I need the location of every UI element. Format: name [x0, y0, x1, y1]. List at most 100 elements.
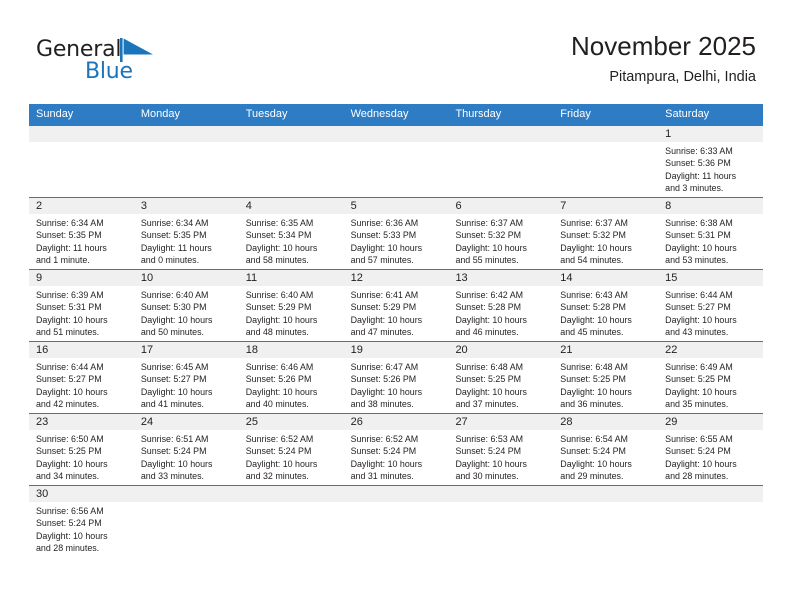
daylight-text-cont: and 31 minutes. [350, 470, 414, 481]
calendar-day-cell[interactable]: 6 Sunrise: 6:37 AM Sunset: 5:32 PM Daylight… [448, 198, 554, 269]
day-details [134, 142, 239, 145]
day-number: 9 [29, 270, 134, 286]
calendar-day-cell[interactable]: 8 Sunrise: 6:38 AM Sunset: 5:31 PM Daylight… [658, 198, 764, 269]
calendar-day-cell[interactable]: 2 Sunrise: 6:34 AM Sunset: 5:35 PM Daylight… [29, 198, 134, 269]
logo-text-blue: Blue [85, 59, 133, 84]
calendar-day-cell[interactable]: 16 Sunrise: 6:44 AM Sunset: 5:27 PM Dayligh… [29, 342, 134, 413]
calendar-day-cell[interactable]: 19 Sunrise: 6:47 AM Sunset: 5:26 PM Dayligh… [343, 342, 449, 413]
calendar-day-cell[interactable]: 10 Sunrise: 6:40 AM Sunset: 5:30 PM Dayligh… [133, 270, 239, 341]
sunrise-text: Sunrise: 6:33 AM [665, 146, 733, 156]
day-number: 22 [658, 342, 764, 358]
sunrise-text: Sunrise: 6:41 AM [350, 290, 419, 300]
calendar-day-cell[interactable]: 1 Sunrise: 6:33 AM Sunset: 5:36 PM Daylight… [658, 126, 764, 197]
calendar-day-cell[interactable]: 7 Sunrise: 6:37 AM Sunset: 5:32 PM Daylight… [553, 198, 659, 269]
daylight-text: Daylight: 10 hours [36, 314, 108, 325]
sunset-text: Sunset: 5:36 PM [665, 158, 731, 169]
calendar-day-cell-empty [238, 486, 344, 557]
calendar-day-cell[interactable]: 4 Sunrise: 6:35 AM Sunset: 5:34 PM Daylight… [238, 198, 344, 269]
calendar-day-cell[interactable]: 3 Sunrise: 6:34 AM Sunset: 5:35 PM Daylight… [133, 198, 239, 269]
calendar-week-row: 2 Sunrise: 6:34 AM Sunset: 5:35 PM Daylight… [29, 197, 764, 269]
daylight-text: Daylight: 10 hours [455, 458, 527, 469]
sunset-text: Sunset: 5:24 PM [560, 446, 626, 457]
daylight-text-cont: and 48 minutes. [245, 326, 309, 337]
sunset-text: Sunset: 5:31 PM [36, 302, 102, 313]
day-number [29, 126, 134, 142]
daylight-text-cont: and 34 minutes. [36, 470, 100, 481]
day-number: 15 [658, 270, 764, 286]
day-details: Sunrise: 6:55 AM Sunset: 5:24 PM Daylight:… [658, 430, 763, 482]
weekday-header-tuesday: Tuesday [245, 108, 288, 120]
page-subtitle: Pitampura, Delhi, India [609, 69, 756, 85]
calendar-day-cell[interactable]: 9 Sunrise: 6:39 AM Sunset: 5:31 PM Daylight… [29, 270, 134, 341]
day-number: 2 [29, 198, 134, 214]
day-details: Sunrise: 6:40 AM Sunset: 5:30 PM Daylight:… [134, 286, 239, 338]
calendar-week-row: 9 Sunrise: 6:39 AM Sunset: 5:31 PM Daylight… [29, 269, 764, 341]
day-details [344, 502, 449, 505]
sunset-text: Sunset: 5:35 PM [140, 230, 207, 241]
day-number [658, 486, 764, 502]
sunrise-text: Sunrise: 6:36 AM [350, 218, 419, 228]
title-block: November 2025 Pitampura, Delhi, India [571, 30, 756, 87]
sunset-text: Sunset: 5:30 PM [140, 302, 207, 313]
day-details: Sunrise: 6:37 AM Sunset: 5:32 PM Daylight:… [553, 214, 658, 266]
calendar-day-cell[interactable]: 22 Sunrise: 6:49 AM Sunset: 5:25 PM Dayligh… [658, 342, 764, 413]
daylight-text-cont: and 36 minutes. [560, 398, 624, 409]
calendar-day-cell-empty [133, 486, 239, 557]
calendar-day-cell[interactable]: 27 Sunrise: 6:53 AM Sunset: 5:24 PM Dayligh… [448, 414, 554, 485]
day-number: 11 [238, 270, 344, 286]
sunset-text: Sunset: 5:24 PM [665, 446, 731, 457]
day-details: Sunrise: 6:47 AM Sunset: 5:26 PM Daylight:… [344, 358, 449, 410]
daylight-text: Daylight: 10 hours [455, 386, 527, 397]
calendar-day-cell[interactable]: 20 Sunrise: 6:48 AM Sunset: 5:25 PM Dayligh… [448, 342, 554, 413]
calendar-day-cell[interactable]: 29 Sunrise: 6:55 AM Sunset: 5:24 PM Dayligh… [658, 414, 764, 485]
calendar-day-cell[interactable]: 12 Sunrise: 6:41 AM Sunset: 5:29 PM Dayligh… [343, 270, 449, 341]
calendar-day-cell[interactable]: 13 Sunrise: 6:42 AM Sunset: 5:28 PM Dayligh… [448, 270, 554, 341]
sunrise-text: Sunrise: 6:50 AM [36, 434, 104, 444]
calendar-day-cell[interactable]: 11 Sunrise: 6:40 AM Sunset: 5:29 PM Dayligh… [238, 270, 344, 341]
calendar-day-cell[interactable]: 23 Sunrise: 6:50 AM Sunset: 5:25 PM Dayligh… [29, 414, 134, 485]
day-details: Sunrise: 6:54 AM Sunset: 5:24 PM Daylight:… [553, 430, 658, 482]
daylight-text: Daylight: 10 hours [245, 458, 318, 469]
day-number: 5 [343, 198, 449, 214]
day-number: 28 [553, 414, 659, 430]
calendar-day-cell[interactable]: 18 Sunrise: 6:46 AM Sunset: 5:26 PM Dayligh… [238, 342, 344, 413]
day-number [133, 126, 239, 142]
calendar-day-cell[interactable]: 25 Sunrise: 6:52 AM Sunset: 5:24 PM Dayligh… [238, 414, 344, 485]
day-number [238, 126, 344, 142]
daylight-text: Daylight: 10 hours [665, 314, 737, 325]
weekday-header-thursday: Thursday [455, 108, 502, 120]
day-number: 23 [29, 414, 134, 430]
calendar-day-cell-empty [29, 126, 134, 197]
day-number: 13 [448, 270, 554, 286]
sunrise-text: Sunrise: 6:43 AM [560, 290, 628, 300]
daylight-text: Daylight: 10 hours [455, 242, 527, 253]
calendar-day-cell[interactable]: 24 Sunrise: 6:51 AM Sunset: 5:24 PM Dayligh… [133, 414, 239, 485]
calendar-day-cell[interactable]: 15 Sunrise: 6:44 AM Sunset: 5:27 PM Dayligh… [658, 270, 764, 341]
calendar-day-cell[interactable]: 30 Sunrise: 6:56 AM Sunset: 5:24 PM Dayligh… [29, 486, 134, 557]
day-details: Sunrise: 6:43 AM Sunset: 5:28 PM Daylight:… [553, 286, 658, 338]
calendar-day-cell-empty [133, 126, 239, 197]
day-details: Sunrise: 6:42 AM Sunset: 5:28 PM Daylight:… [448, 286, 553, 338]
sunset-text: Sunset: 5:28 PM [455, 302, 522, 313]
generalblue-logo[interactable]: General Blue [36, 38, 206, 88]
calendar-day-cell[interactable]: 17 Sunrise: 6:45 AM Sunset: 5:27 PM Dayligh… [133, 342, 239, 413]
calendar-day-cell[interactable]: 21 Sunrise: 6:48 AM Sunset: 5:25 PM Dayligh… [553, 342, 659, 413]
daylight-text: Daylight: 10 hours [665, 458, 737, 469]
daylight-text: Daylight: 10 hours [560, 314, 632, 325]
sunrise-text: Sunrise: 6:52 AM [350, 434, 419, 444]
sunrise-text: Sunrise: 6:40 AM [140, 290, 209, 300]
calendar-week-row: 16 Sunrise: 6:44 AM Sunset: 5:27 PM Dayligh… [29, 341, 764, 413]
daylight-text-cont: and 38 minutes. [350, 398, 414, 409]
calendar-day-cell[interactable]: 28 Sunrise: 6:54 AM Sunset: 5:24 PM Dayligh… [553, 414, 659, 485]
day-details: Sunrise: 6:38 AM Sunset: 5:31 PM Daylight:… [658, 214, 763, 266]
calendar-day-cell-empty [553, 486, 659, 557]
calendar-day-cell[interactable]: 5 Sunrise: 6:36 AM Sunset: 5:33 PM Daylight… [343, 198, 449, 269]
daylight-text-cont: and 33 minutes. [140, 470, 205, 481]
day-number [133, 486, 239, 502]
day-number [238, 486, 344, 502]
daylight-text: Daylight: 10 hours [350, 458, 423, 469]
calendar-day-cell[interactable]: 14 Sunrise: 6:43 AM Sunset: 5:28 PM Dayligh… [553, 270, 659, 341]
calendar-day-cell[interactable]: 26 Sunrise: 6:52 AM Sunset: 5:24 PM Dayligh… [343, 414, 449, 485]
day-details [239, 142, 344, 145]
daylight-text: Daylight: 10 hours [350, 314, 423, 325]
